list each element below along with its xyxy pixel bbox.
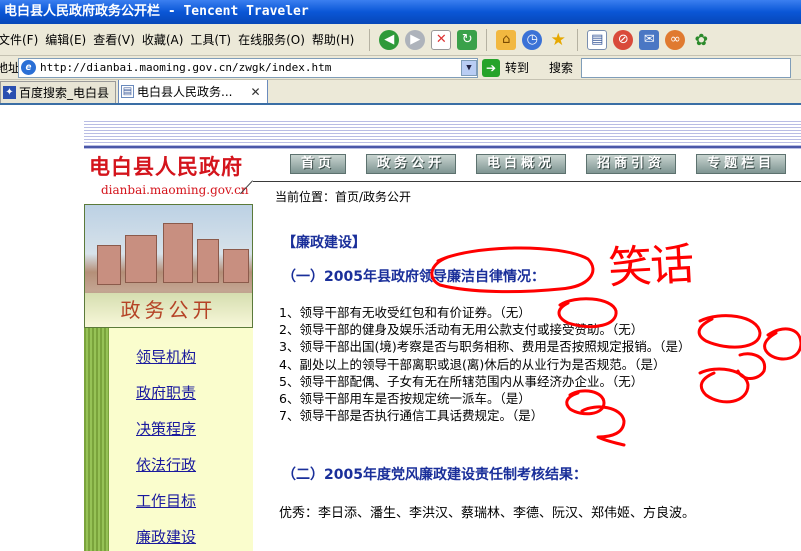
menu-tools[interactable]: 工具(T)	[190, 31, 240, 48]
annotation-handwriting: 笑话	[606, 238, 694, 295]
breadcrumb: 当前位置：首页/政务公开	[275, 190, 412, 204]
site-name: 电白县人民政府	[89, 154, 243, 179]
building-shape	[97, 245, 121, 285]
menu-favorites[interactable]: 收藏(A)	[142, 31, 193, 48]
sidebar-link-administration-by-law[interactable]: 依法行政	[136, 454, 196, 475]
history-icon[interactable]: ◷	[522, 29, 543, 50]
go-button[interactable]: ➔ 转到	[482, 58, 530, 77]
annotation-circle-item-2	[697, 314, 762, 349]
annotation-circle-item-3	[763, 327, 801, 361]
search-label: 搜索	[549, 61, 574, 75]
sidebar-link-leadership[interactable]: 领导机构	[136, 346, 196, 367]
subtitle-self-discipline: （一）2005年县政府领导廉洁自律情况：	[282, 269, 545, 285]
section-title: 【廉政建设】	[282, 235, 366, 251]
search-input[interactable]	[581, 57, 792, 78]
subtitle-assessment: （二）2005年度党风廉政建设责任制考核结果：	[282, 467, 587, 483]
tab-bar: ✦ 百度搜索_电白县 ▤ 电白县人民政务... ✕	[0, 80, 801, 105]
page-icon[interactable]: ▤	[587, 29, 608, 50]
menu-online-services[interactable]: 在线服务(O)	[238, 31, 314, 48]
clover-icon[interactable]: ✿	[691, 29, 712, 50]
back-icon[interactable]: ◀	[379, 29, 400, 50]
site-domain: dianbai.maoming.gov.cn	[101, 183, 249, 197]
ie-page-icon: e	[21, 60, 36, 75]
list-item: 1、领导干部有无收受红包和有价证券。（无）	[279, 305, 531, 320]
menu-bar: 文件(F) 编辑(E) 查看(V) 收藏(A) 工具(T) 在线服务(O) 帮助…	[0, 24, 801, 56]
stop-icon[interactable]: ✕	[431, 29, 452, 50]
sidebar-green-strip	[84, 328, 109, 551]
banner-caption: 政务公开	[85, 293, 252, 327]
building-shape	[197, 239, 219, 283]
excellent-list: 优秀：李日添、潘生、李洪汉、蔡瑞林、李德、阮汉、郑伟姬、方良波。	[279, 506, 696, 521]
menu-view[interactable]: 查看(V)	[93, 31, 144, 48]
go-arrow-icon: ➔	[482, 58, 500, 77]
sidebar-link-work-goals[interactable]: 工作目标	[136, 490, 196, 511]
address-input[interactable]	[40, 61, 459, 74]
menu-edit[interactable]: 编辑(E)	[45, 31, 95, 48]
building-shape	[163, 223, 193, 283]
menu-file[interactable]: 文件(F)	[0, 31, 47, 48]
tab-dianbai[interactable]: ▤ 电白县人民政务... ✕	[118, 80, 268, 103]
plugin-icon[interactable]: ∞	[665, 29, 686, 50]
list-item: 5、领导干部配偶、子女有无在所辖范围内从事经济办企业。（无）	[279, 373, 644, 389]
page-icon: ▤	[121, 85, 135, 98]
annotation-circle-item-4	[736, 352, 767, 380]
header-stripes	[84, 119, 801, 151]
annotation-circle-item-5	[698, 367, 750, 404]
tab-label: 电白县人民政务...	[137, 85, 233, 99]
window-title: 电白县人民政府政务公开栏 - Tencent Traveler	[0, 0, 801, 24]
nav-special-topics[interactable]: 专题栏目	[696, 154, 787, 174]
site-nav: 首页 政务公开 电白概况 招商引资 专题栏目 电白	[290, 154, 801, 174]
tab-baidu[interactable]: ✦ 百度搜索_电白县	[0, 81, 117, 103]
page-viewport: 电白县人民政府 dianbai.maoming.gov.cn 首页 政务公开 电…	[0, 105, 801, 551]
nav-home[interactable]: 首页	[290, 154, 347, 174]
list-item: 3、领导干部出国(境)考察是否与职务相称、费用是否按照规定报销。（是）	[279, 339, 691, 355]
paw-icon: ✦	[3, 86, 16, 99]
list-item: 4、副处以上的领导干部离职或退(离)休后的从业行为是否规范。（是）	[279, 356, 666, 372]
nav-dianbai-overview[interactable]: 电白概况	[476, 154, 567, 174]
toolbar-separator	[369, 28, 371, 51]
sidebar-link-government-duties[interactable]: 政府职责	[136, 382, 196, 403]
list-item: 2、领导干部的健身及娱乐活动有无用公款支付或接受赞助。（无）	[279, 322, 644, 338]
favorites-star-icon[interactable]: ★	[548, 29, 569, 50]
popup-block-icon[interactable]: ⊘	[613, 29, 634, 50]
nav-government-affairs[interactable]: 政务公开	[366, 154, 457, 174]
sidebar-link-decision-procedure[interactable]: 决策程序	[136, 418, 196, 439]
forward-icon[interactable]: ▶	[405, 29, 426, 50]
menu-help[interactable]: 帮助(H)	[312, 31, 363, 48]
address-bar: 地址 e ▼ ➔ 转到 搜索	[0, 56, 801, 80]
refresh-icon[interactable]: ↻	[457, 29, 478, 50]
close-icon[interactable]: ✕	[250, 85, 260, 99]
tab-label: 百度搜索_电白县	[19, 86, 110, 100]
banner-photo: 政务公开	[84, 204, 253, 328]
header-divider	[253, 181, 801, 182]
building-shape	[223, 249, 249, 283]
home-icon[interactable]: ⌂	[496, 29, 517, 50]
toolbar-separator	[486, 28, 488, 51]
toolbar-separator	[577, 28, 579, 51]
address-field[interactable]: e ▼	[18, 57, 478, 78]
sidebar-link-clean-government[interactable]: 廉政建设	[136, 526, 196, 547]
chevron-down-icon[interactable]: ▼	[461, 59, 477, 76]
address-label: 地址	[0, 61, 21, 75]
nav-investment[interactable]: 招商引资	[586, 154, 677, 174]
list-item: 7、领导干部是否执行通信工具话费规定。（是）	[279, 408, 544, 424]
go-label: 转到	[505, 61, 530, 75]
building-shape	[125, 235, 157, 283]
self-discipline-list: 1、领导干部有无收受红包和有价证券。（无） 2、领导干部的健身及娱乐活动有无用公…	[279, 304, 690, 424]
mail-icon[interactable]: ✉	[639, 29, 660, 50]
list-item: 6、领导干部用车是否按规定统一派车。（是）	[279, 391, 531, 407]
